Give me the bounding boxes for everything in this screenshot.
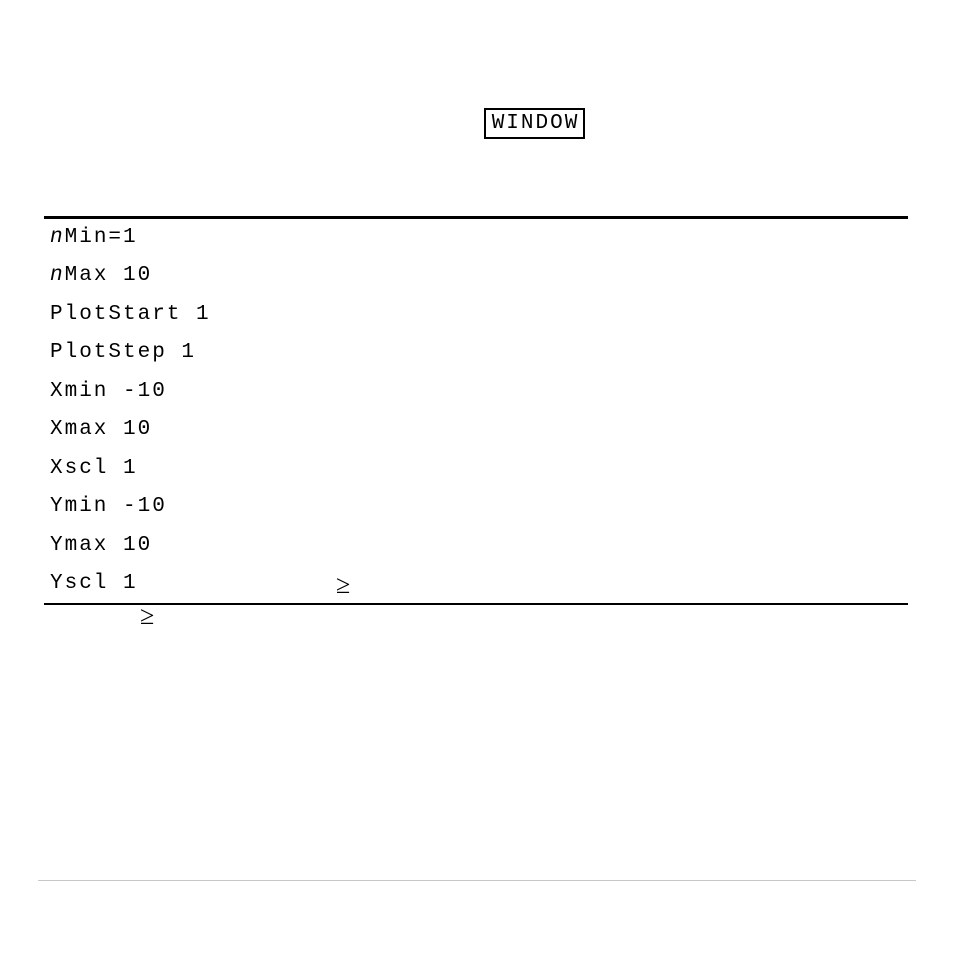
row-text: Min=1 [65, 226, 138, 249]
table-row: Xmin -10 [44, 373, 908, 411]
table-row: PlotStep 1 [44, 334, 908, 372]
geq-symbol: ≥ [140, 601, 154, 631]
table-row: Yscl 1 [44, 565, 908, 603]
row-text: Ymax 10 [50, 534, 152, 557]
table-row: nMin=1 [44, 219, 908, 257]
window-key-label: WINDOW [484, 108, 586, 139]
table-row: Ymin -10 [44, 488, 908, 526]
row-text: Xmin -10 [50, 380, 167, 403]
table-row: Ymax 10 [44, 527, 908, 565]
table-row: Xscl 1 [44, 450, 908, 488]
row-text: PlotStart 1 [50, 303, 211, 326]
geq-symbol: ≥ [336, 570, 350, 600]
row-italic-prefix: n [50, 226, 65, 249]
row-text: Yscl 1 [50, 572, 138, 595]
table-row: Xmax 10 [44, 411, 908, 449]
window-settings-table: nMin=1 nMax 10 PlotStart 1 PlotStep 1 Xm… [44, 216, 908, 605]
row-text: Xscl 1 [50, 457, 138, 480]
table-row: nMax 10 [44, 257, 908, 295]
row-text: Ymin -10 [50, 495, 167, 518]
footer-rule [38, 880, 916, 881]
row-text: Max 10 [65, 264, 153, 287]
row-text: PlotStep 1 [50, 341, 196, 364]
table-row: PlotStart 1 [44, 296, 908, 334]
row-text: Xmax 10 [50, 418, 152, 441]
row-italic-prefix: n [50, 264, 65, 287]
